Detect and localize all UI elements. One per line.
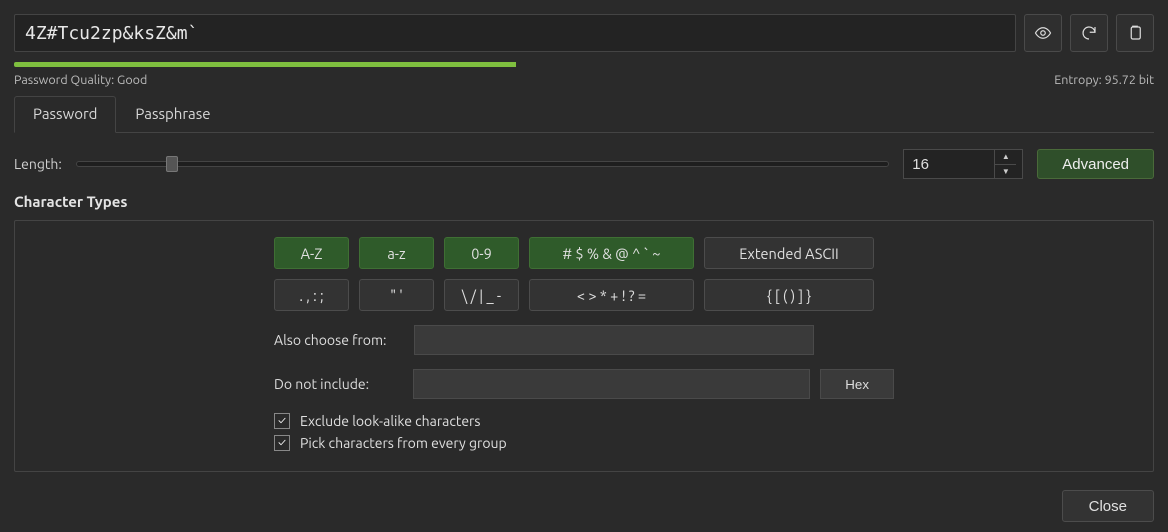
- chargroup-lower[interactable]: a-z: [359, 237, 434, 269]
- chargroup-ext-ascii[interactable]: Extended ASCII: [704, 237, 874, 269]
- length-spinbox[interactable]: ▲ ▼: [903, 149, 1023, 179]
- chargroup-punct[interactable]: . , : ;: [274, 279, 349, 311]
- length-step-up[interactable]: ▲: [994, 150, 1016, 165]
- slider-thumb[interactable]: [166, 156, 178, 172]
- length-input[interactable]: [904, 150, 994, 178]
- exclude-label: Do not include:: [274, 376, 403, 392]
- chargroup-digits[interactable]: 0-9: [444, 237, 519, 269]
- password-output[interactable]: [14, 14, 1016, 52]
- entropy-label: Entropy: 95.72 bit: [1054, 73, 1154, 87]
- checkbox-exclude-lookalike[interactable]: [274, 413, 290, 429]
- chargroup-specials[interactable]: # $ % & @ ^ ` ~: [529, 237, 694, 269]
- regenerate-button[interactable]: [1070, 14, 1108, 52]
- length-step-down[interactable]: ▼: [994, 165, 1016, 179]
- quality-label: Password Quality: Good: [14, 73, 147, 87]
- strength-meter: [14, 62, 1154, 67]
- chargroup-braces[interactable]: { [ ( ) ] }: [704, 279, 874, 311]
- also-choose-input[interactable]: [414, 325, 814, 355]
- length-slider[interactable]: [76, 161, 889, 167]
- chargroup-math[interactable]: < > * + ! ? =: [529, 279, 694, 311]
- checkbox-exclude-lookalike-label: Exclude look-alike characters: [300, 413, 480, 429]
- character-types-heading: Character Types: [14, 193, 1154, 210]
- advanced-toggle-button[interactable]: Advanced: [1037, 149, 1154, 179]
- tab-password[interactable]: Password: [14, 96, 116, 133]
- tab-passphrase[interactable]: Passphrase: [116, 96, 229, 133]
- length-label: Length:: [14, 156, 62, 172]
- exclude-input[interactable]: [413, 369, 810, 399]
- refresh-icon: [1080, 24, 1098, 42]
- toggle-visibility-button[interactable]: [1024, 14, 1062, 52]
- also-choose-label: Also choose from:: [274, 332, 404, 348]
- chargroup-slashes[interactable]: \ / | _ -: [444, 279, 519, 311]
- checkbox-every-group[interactable]: [274, 435, 290, 451]
- chargroup-upper[interactable]: A-Z: [274, 237, 349, 269]
- checkbox-every-group-label: Pick characters from every group: [300, 435, 507, 451]
- character-types-panel: A-Z a-z 0-9 # $ % & @ ^ ` ~ Extended ASC…: [14, 220, 1154, 472]
- chargroup-quotes[interactable]: " ': [359, 279, 434, 311]
- clipboard-icon: [1126, 24, 1144, 42]
- copy-button[interactable]: [1116, 14, 1154, 52]
- eye-icon: [1034, 24, 1052, 42]
- hex-button[interactable]: Hex: [820, 369, 894, 399]
- close-button[interactable]: Close: [1062, 490, 1154, 522]
